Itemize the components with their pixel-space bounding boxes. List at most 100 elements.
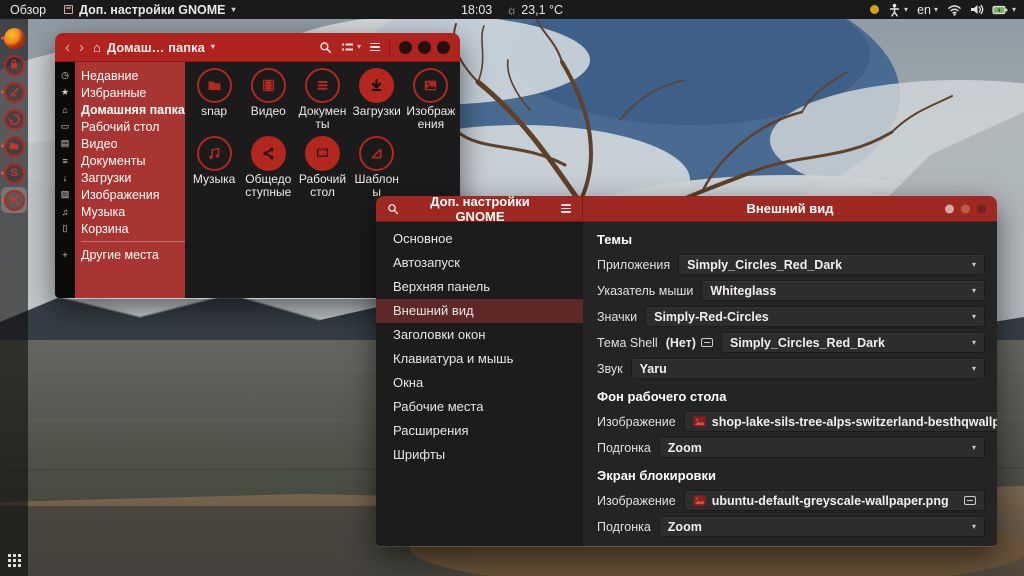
sidebar-item-label: Изображения	[81, 187, 160, 202]
sidebar-item-desktop[interactable]: ▭ Рабочий стол	[55, 118, 185, 135]
background-image-label: Изображение	[597, 414, 676, 429]
maximize-button[interactable]	[418, 40, 431, 54]
back-button[interactable]: ‹	[65, 40, 70, 55]
tab-top-bar[interactable]: Верхняя панель	[376, 275, 583, 299]
sidebar-item-label: Недавние	[81, 68, 139, 83]
lockscreen-adjustment-select[interactable]: Zoom ▾	[658, 516, 985, 537]
tab-windows[interactable]: Окна	[376, 371, 583, 395]
maximize-button[interactable]	[961, 204, 970, 213]
search-icon	[320, 41, 331, 53]
applications-theme-select[interactable]: Simply_Circles_Red_Dark ▾	[678, 254, 985, 275]
trash-icon: ▯	[62, 223, 68, 233]
sidebar-item-documents[interactable]: ≡ Документы	[55, 152, 185, 169]
file-open-icon	[964, 496, 976, 505]
dock-item-skype[interactable]: S	[1, 160, 27, 186]
dock-item-files[interactable]	[1, 133, 27, 159]
notification-dot-icon[interactable]	[870, 5, 880, 14]
tab-appearance[interactable]: Внешний вид	[376, 299, 583, 323]
hamburger-menu-button[interactable]	[370, 42, 380, 52]
snap-store-bag-icon	[3, 54, 25, 76]
folder-pictures[interactable]: Изображения	[404, 68, 457, 132]
dock-item-gnome-tweaks[interactable]	[1, 187, 27, 213]
folder-public[interactable]: Общедоступные	[242, 135, 295, 200]
tab-general[interactable]: Основное	[376, 227, 583, 251]
minimize-button[interactable]	[399, 40, 412, 54]
weather-indicator[interactable]: ☼ 23,1 °C	[506, 3, 563, 17]
path-bar-button[interactable]: ⌂ Домаш… папка ▾	[93, 40, 215, 55]
focused-app-menu[interactable]: Доп. настройки GNOME ▾	[64, 3, 235, 17]
clock[interactable]: 18:03	[461, 3, 492, 17]
search-icon[interactable]	[387, 203, 399, 215]
accessibility-menu[interactable]: ▾	[888, 3, 908, 17]
running-indicator	[1, 36, 4, 40]
sidebar-item-music[interactable]: ♫ Музыка	[55, 203, 185, 220]
search-button[interactable]	[319, 41, 332, 54]
sidebar-item-videos[interactable]: ▤ Видео	[55, 135, 185, 152]
dock: S	[0, 19, 28, 576]
sidebar-item-label: Избранные	[81, 85, 147, 100]
dock-item-snap-store[interactable]	[1, 52, 27, 78]
shell-none-value: (Нет)	[665, 335, 696, 350]
sidebar-item-starred[interactable]: ★ Избранные	[55, 84, 185, 101]
sidebar-item-home[interactable]: ⌂ Домашняя папка	[55, 101, 185, 118]
system-status-menu[interactable]: ▾	[947, 3, 1016, 16]
background-adjustment-select[interactable]: Zoom ▾	[658, 437, 985, 458]
icons-theme-select[interactable]: Simply-Red-Circles ▾	[645, 306, 985, 327]
sidebar-item-trash[interactable]: ▯ Корзина	[55, 220, 185, 237]
lockscreen-image-button[interactable]: ubuntu-default-greyscale-wallpaper.png	[683, 490, 985, 511]
tab-workspaces[interactable]: Рабочие места	[376, 395, 583, 419]
keyboard-layout-menu[interactable]: en ▾	[917, 3, 938, 17]
tweaks-titlebar[interactable]: Доп. настройки GNOME Внешний вид	[376, 196, 997, 222]
show-applications-button[interactable]	[7, 554, 21, 567]
tab-extensions[interactable]: Расширения	[376, 419, 583, 443]
background-image-button[interactable]: shop-lake-sils-tree-alps-switzerland-bes…	[683, 411, 997, 432]
close-button[interactable]	[977, 204, 986, 213]
sidebar-item-recent[interactable]: ◷ Недавние	[55, 67, 185, 84]
folder-music[interactable]: Музыка	[188, 135, 241, 200]
sidebar-separator	[81, 241, 185, 242]
sidebar-item-pictures[interactable]: ▨ Изображения	[55, 186, 185, 203]
files-titlebar[interactable]: ‹ › ⌂ Домаш… папка ▾ ▾	[55, 33, 460, 62]
chevron-down-icon: ▾	[971, 363, 976, 373]
chevron-down-icon: ▾	[933, 4, 938, 14]
folder-templates[interactable]: Шаблоны	[350, 135, 403, 200]
view-options-button[interactable]: ▾	[341, 42, 361, 53]
sidebar-item-downloads[interactable]: ↓ Загрузки	[55, 169, 185, 186]
select-value: Simply-Red-Circles	[654, 309, 769, 324]
hamburger-menu-button[interactable]	[561, 204, 571, 213]
sound-theme-select[interactable]: Yaru ▾	[630, 358, 985, 379]
chevron-down-icon: ▾	[231, 4, 236, 14]
tab-window-titlebars[interactable]: Заголовки окон	[376, 323, 583, 347]
sidebar-item-label: Загрузки	[81, 170, 132, 185]
forward-button[interactable]: ›	[79, 40, 84, 55]
folder-videos[interactable]: Видео	[242, 68, 295, 132]
folder-desktop[interactable]: Рабочий стол	[296, 135, 349, 200]
appearance-panel: Темы Приложения Simply_Circles_Red_Dark …	[583, 222, 997, 546]
tab-keyboard-mouse[interactable]: Клавиатура и мышь	[376, 347, 583, 371]
tab-startup[interactable]: Автозапуск	[376, 251, 583, 275]
select-value: Whiteglass	[710, 283, 777, 298]
tweaks-window-title: Доп. настройки GNOME	[430, 196, 530, 222]
close-button[interactable]	[437, 40, 450, 54]
activities-button[interactable]: Обзор	[8, 3, 48, 17]
temperature-label: 23,1 °C	[521, 2, 564, 17]
dock-item-browser-swirl[interactable]	[1, 106, 27, 132]
minimize-button[interactable]	[945, 204, 954, 213]
cursor-theme-select[interactable]: Whiteglass ▾	[701, 280, 985, 301]
text-editor-pencil-icon	[3, 81, 25, 103]
sun-icon: ☼	[506, 2, 518, 17]
shell-theme-file-button[interactable]: (Нет)	[666, 336, 713, 350]
shell-theme-select[interactable]: Simply_Circles_Red_Dark ▾	[720, 332, 985, 353]
tab-fonts[interactable]: Шрифты	[376, 443, 583, 467]
dock-item-firefox[interactable]	[1, 25, 27, 51]
volume-icon	[970, 4, 984, 15]
folder-snap[interactable]: snap	[188, 68, 241, 132]
lockscreen-adjustment-label: Подгонка	[597, 519, 651, 534]
sidebar-item-label: Рабочий стол	[81, 119, 160, 134]
folder-downloads[interactable]: Загрузки	[350, 68, 403, 132]
sidebar-item-label: Домашняя папка	[81, 102, 185, 117]
sidebar-item-other-locations[interactable]: + Другие места	[55, 246, 185, 263]
swirl-icon	[3, 108, 25, 130]
dock-item-text-editor[interactable]	[1, 79, 27, 105]
folder-documents[interactable]: Документы	[296, 68, 349, 132]
